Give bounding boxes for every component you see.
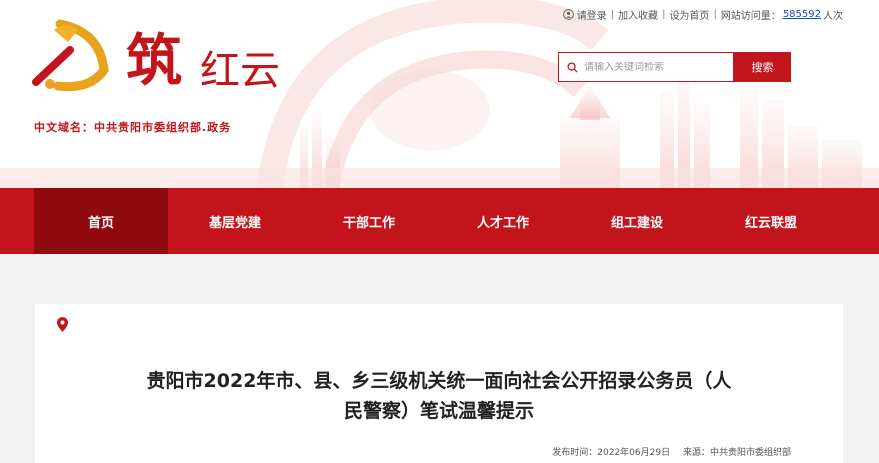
party-emblem-icon <box>32 19 109 92</box>
location-pin-icon <box>57 317 68 332</box>
nav-item-org-construction[interactable]: 组工建设 <box>570 188 704 254</box>
domain-label: 中文域名：中共贵阳市委组织部.政务 <box>34 121 232 134</box>
nav-item-party-building[interactable]: 基层党建 <box>168 188 302 254</box>
divider: | <box>610 9 615 20</box>
source-value: 中共贵阳市委组织部 <box>709 448 791 458</box>
search-field[interactable] <box>558 52 734 82</box>
logo-glyph: 筑 <box>126 28 182 94</box>
nav-item-cadre-work[interactable]: 干部工作 <box>302 188 436 254</box>
visits-count: 585592 <box>782 9 821 20</box>
nav-item-home[interactable]: 首页 <box>34 188 168 254</box>
set-homepage-link[interactable]: 设为首页 <box>669 7 709 22</box>
article-panel: 贵阳市2022年市、县、乡三级机关统一面向社会公开招录公务员（人民警察）笔试温馨… <box>35 304 843 463</box>
divider: | <box>662 9 666 20</box>
article-title: 贵阳市2022年市、县、乡三级机关统一面向社会公开招录公务员（人民警察）笔试温馨… <box>146 370 732 422</box>
add-favorite-link[interactable]: 加入收藏 <box>618 7 658 22</box>
site-logo[interactable]: 筑 红云 <box>30 12 330 96</box>
search-icon <box>567 61 578 73</box>
nav-item-hongyun-alliance[interactable]: 红云联盟 <box>704 188 838 254</box>
login-link[interactable]: 请登录 <box>577 7 607 22</box>
publish-label: 发布时间： <box>552 448 598 458</box>
article-meta: 发布时间：2022年06月29日 来源：中共贵阳市委组织部 <box>552 445 791 458</box>
logo-text: 红云 <box>200 48 280 94</box>
visits-unit: 人次 <box>823 11 843 22</box>
user-icon <box>562 9 574 20</box>
nav-item-talent-work[interactable]: 人才工作 <box>436 188 570 254</box>
source-label: 来源： <box>682 448 710 458</box>
search-button[interactable]: 搜索 <box>734 52 791 82</box>
divider: | <box>713 9 717 20</box>
visits-label: 网站访问量： <box>720 11 781 22</box>
header: 请登录 | 加入收藏 | 设为首页 | 网站访问量： 585592 人次 筑 红… <box>0 0 879 188</box>
main-nav: 首页 基层党建 干部工作 人才工作 组工建设 红云联盟 <box>0 188 879 254</box>
publish-date: 2022年06月29日 <box>597 448 671 458</box>
search-bar: 搜索 <box>558 52 791 82</box>
search-input[interactable] <box>584 61 724 73</box>
top-links: 请登录 | 加入收藏 | 设为首页 | 网站访问量： 585592 人次 <box>562 7 843 22</box>
